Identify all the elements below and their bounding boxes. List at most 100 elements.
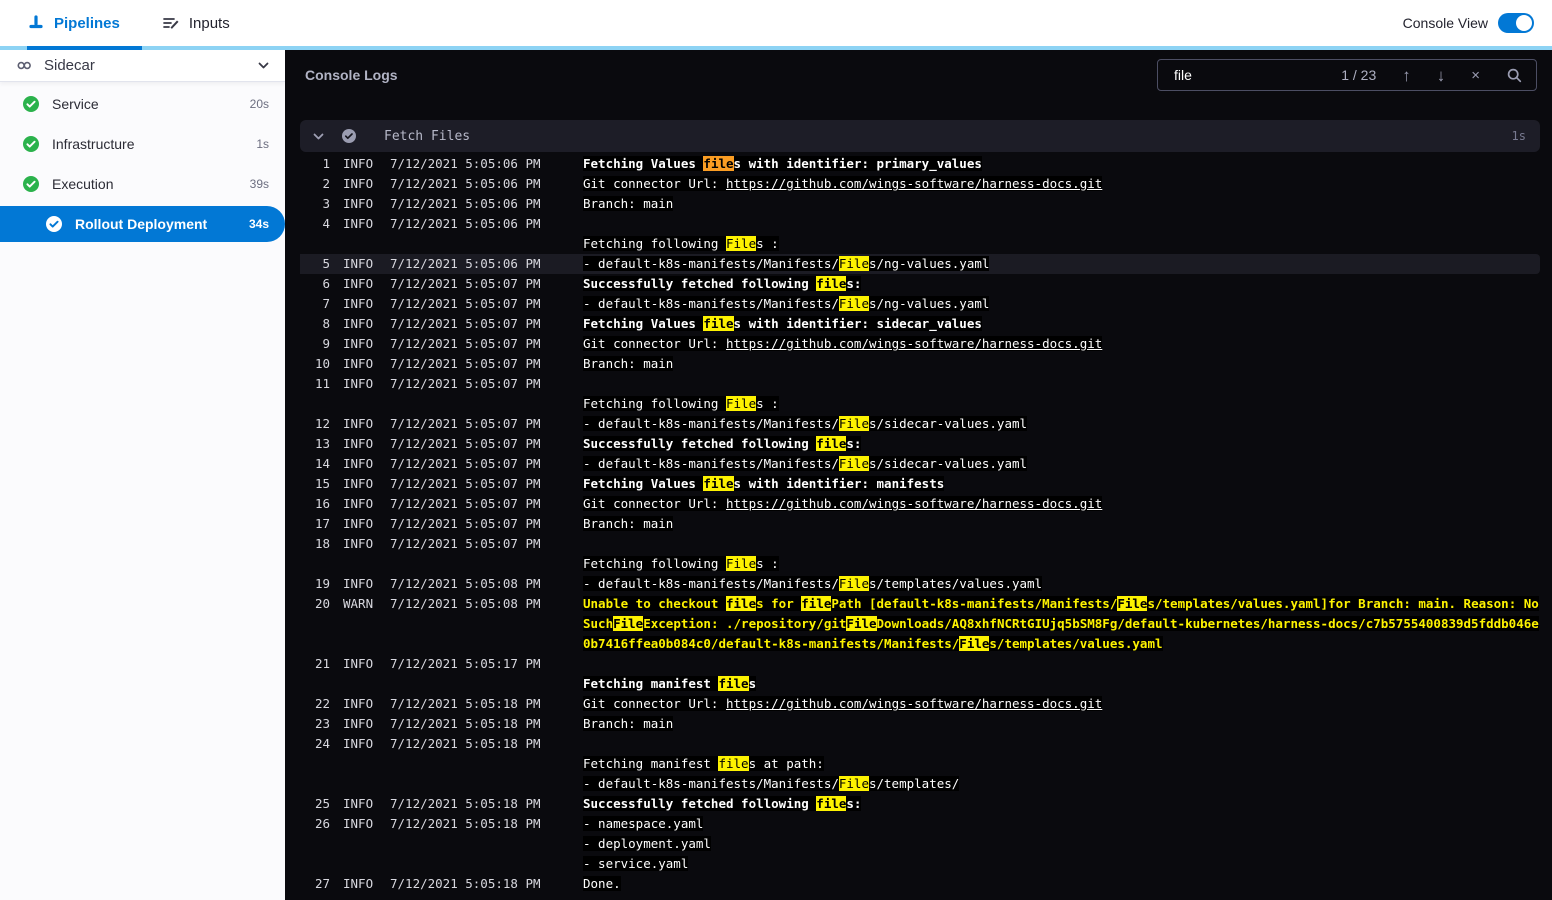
log-line-number: 17	[314, 516, 330, 531]
log-line-number: 20	[314, 596, 330, 611]
search-input[interactable]	[1172, 66, 1316, 84]
log-row: 18 INFO 7/12/2021 5:05:07 PM	[300, 534, 1540, 554]
sidebar-item-service[interactable]: Service 20s	[0, 84, 285, 124]
log-row: 6 INFO 7/12/2021 5:05:07 PM Successfully fe…	[300, 274, 1540, 294]
log-link[interactable]: https://github.com/wings-software/harnes…	[726, 696, 1102, 711]
tab-pipelines-label: Pipelines	[54, 14, 120, 32]
log-row: 16 INFO 7/12/2021 5:05:07 PM Git connector …	[300, 494, 1540, 514]
search-match: file	[816, 276, 847, 291]
log-timestamp: 7/12/2021 5:05:06 PM	[390, 156, 541, 171]
log-level: INFO	[343, 536, 374, 551]
log-message: Branch: main	[583, 716, 674, 731]
stage-name: Sidecar	[44, 57, 95, 74]
log-line-number: 23	[314, 716, 330, 731]
search-match-counter: 1 / 23	[1341, 67, 1377, 83]
log-level: INFO	[343, 876, 374, 891]
log-line-number: 27	[314, 876, 330, 891]
log-line-number: 7	[322, 296, 330, 311]
log-timestamp: 7/12/2021 5:05:07 PM	[390, 316, 541, 331]
log-link[interactable]: https://github.com/wings-software/harnes…	[726, 176, 1102, 191]
search-match: file	[801, 596, 832, 611]
log-level: INFO	[343, 516, 374, 531]
log-message: Successfully fetched following files:	[583, 796, 862, 811]
log-message: Fetching Values files with identifier: m…	[583, 476, 945, 491]
log-row: 2 INFO 7/12/2021 5:05:06 PM Git connector U…	[300, 174, 1540, 194]
log-level: INFO	[343, 476, 374, 491]
search-match: File	[1117, 596, 1148, 611]
log-timestamp: 7/12/2021 5:05:08 PM	[390, 596, 541, 611]
log-row: 17 INFO 7/12/2021 5:05:07 PM Branch: main	[300, 514, 1540, 534]
log-timestamp: 7/12/2021 5:05:07 PM	[390, 536, 541, 551]
log-row: Fetching following Files :	[300, 394, 1540, 414]
log-row: 21 INFO 7/12/2021 5:05:17 PM	[300, 654, 1540, 674]
success-check-icon	[45, 215, 63, 233]
search-match: File	[613, 616, 644, 631]
log-message: Git connector Url: https://github.com/wi…	[583, 176, 1103, 191]
log-message: - default-k8s-manifests/Manifests/Files/…	[583, 256, 990, 271]
log-message: Git connector Url: https://github.com/wi…	[583, 336, 1103, 351]
log-level: INFO	[343, 696, 374, 711]
log-row: 19 INFO 7/12/2021 5:05:08 PM - default-k8s-…	[300, 574, 1540, 594]
sidebar-item-label: Infrastructure	[52, 136, 135, 152]
log-timestamp: 7/12/2021 5:05:07 PM	[390, 436, 541, 451]
sidebar-item-rollout-deployment[interactable]: Rollout Deployment 34s	[0, 206, 285, 242]
log-level: INFO	[343, 296, 374, 311]
log-line-number: 15	[314, 476, 330, 491]
log-row: 7 INFO 7/12/2021 5:05:07 PM - default-k8s-m…	[300, 294, 1540, 314]
log-row: 5 INFO 7/12/2021 5:05:06 PM - default-k8s-m…	[300, 254, 1540, 274]
tab-underline-strip	[0, 46, 1552, 50]
log-message: Fetching following Files :	[583, 236, 779, 251]
log-timestamp: 7/12/2021 5:05:06 PM	[390, 176, 541, 191]
log-link[interactable]: https://github.com/wings-software/harnes…	[726, 336, 1102, 351]
chevron-down-icon[interactable]	[256, 58, 271, 73]
log-link[interactable]: https://github.com/wings-software/harnes…	[726, 496, 1102, 511]
log-message: Fetching manifest files at path:	[583, 756, 824, 771]
log-message: Done.	[583, 876, 621, 891]
console-panel: Console Logs 1 / 23 ↑ ↓ × Fetch	[285, 50, 1552, 900]
previous-match-button[interactable]: ↑	[1402, 67, 1411, 84]
log-level: INFO	[343, 376, 374, 391]
log-timestamp: 7/12/2021 5:05:18 PM	[390, 736, 541, 751]
console-view-toggle[interactable]	[1498, 13, 1534, 33]
log-level: WARN	[343, 596, 374, 611]
log-message: Branch: main	[583, 516, 674, 531]
log-line-number: 24	[314, 736, 330, 751]
log-section-header[interactable]: Fetch Files 1s	[300, 120, 1540, 152]
log-level: INFO	[343, 216, 374, 231]
next-match-button[interactable]: ↓	[1437, 67, 1446, 84]
section-duration: 1s	[1511, 129, 1526, 143]
log-row: 22 INFO 7/12/2021 5:05:18 PM Git connector …	[300, 694, 1540, 714]
log-row: 10 INFO 7/12/2021 5:05:07 PM Branch: main	[300, 354, 1540, 374]
log-line-number: 3	[322, 196, 330, 211]
log-timestamp: 7/12/2021 5:05:07 PM	[390, 516, 541, 531]
stage-selector[interactable]: Sidecar	[0, 50, 285, 82]
search-match: File	[959, 636, 990, 651]
log-row: 11 INFO 7/12/2021 5:05:07 PM	[300, 374, 1540, 394]
log-message: Fetching Values files with identifier: s…	[583, 316, 982, 331]
log-row: 9 INFO 7/12/2021 5:05:07 PM Git connector U…	[300, 334, 1540, 354]
log-level: INFO	[343, 336, 374, 351]
log-message: - default-k8s-manifests/Manifests/Files/…	[583, 416, 1028, 431]
sidebar-item-label: Service	[52, 96, 99, 112]
log-timestamp: 7/12/2021 5:05:06 PM	[390, 196, 541, 211]
log-line-number: 1	[322, 156, 330, 171]
tab-pipelines[interactable]: Pipelines	[27, 14, 120, 32]
sidebar-item-infrastructure[interactable]: Infrastructure 1s	[0, 124, 285, 164]
collapse-chevron-icon[interactable]	[311, 129, 326, 144]
log-row: Fetching manifest files	[300, 674, 1540, 694]
log-level: INFO	[343, 196, 374, 211]
log-line-number: 8	[322, 316, 330, 331]
console-view-label: Console View	[1402, 15, 1488, 31]
top-navigation: Pipelines Inputs Console View	[0, 0, 1552, 46]
log-message: - default-k8s-manifests/Manifests/Files/…	[583, 576, 1043, 591]
clear-search-button[interactable]: ×	[1471, 68, 1480, 83]
log-level: INFO	[343, 356, 374, 371]
log-level: INFO	[343, 576, 374, 591]
log-timestamp: 7/12/2021 5:05:07 PM	[390, 496, 541, 511]
tab-inputs-label: Inputs	[188, 14, 230, 32]
sidebar-item-execution[interactable]: Execution 39s	[0, 164, 285, 204]
log-timestamp: 7/12/2021 5:05:07 PM	[390, 356, 541, 371]
log-line-number: 16	[314, 496, 330, 511]
log-level: INFO	[343, 176, 374, 191]
tab-inputs[interactable]: Inputs	[162, 14, 230, 32]
